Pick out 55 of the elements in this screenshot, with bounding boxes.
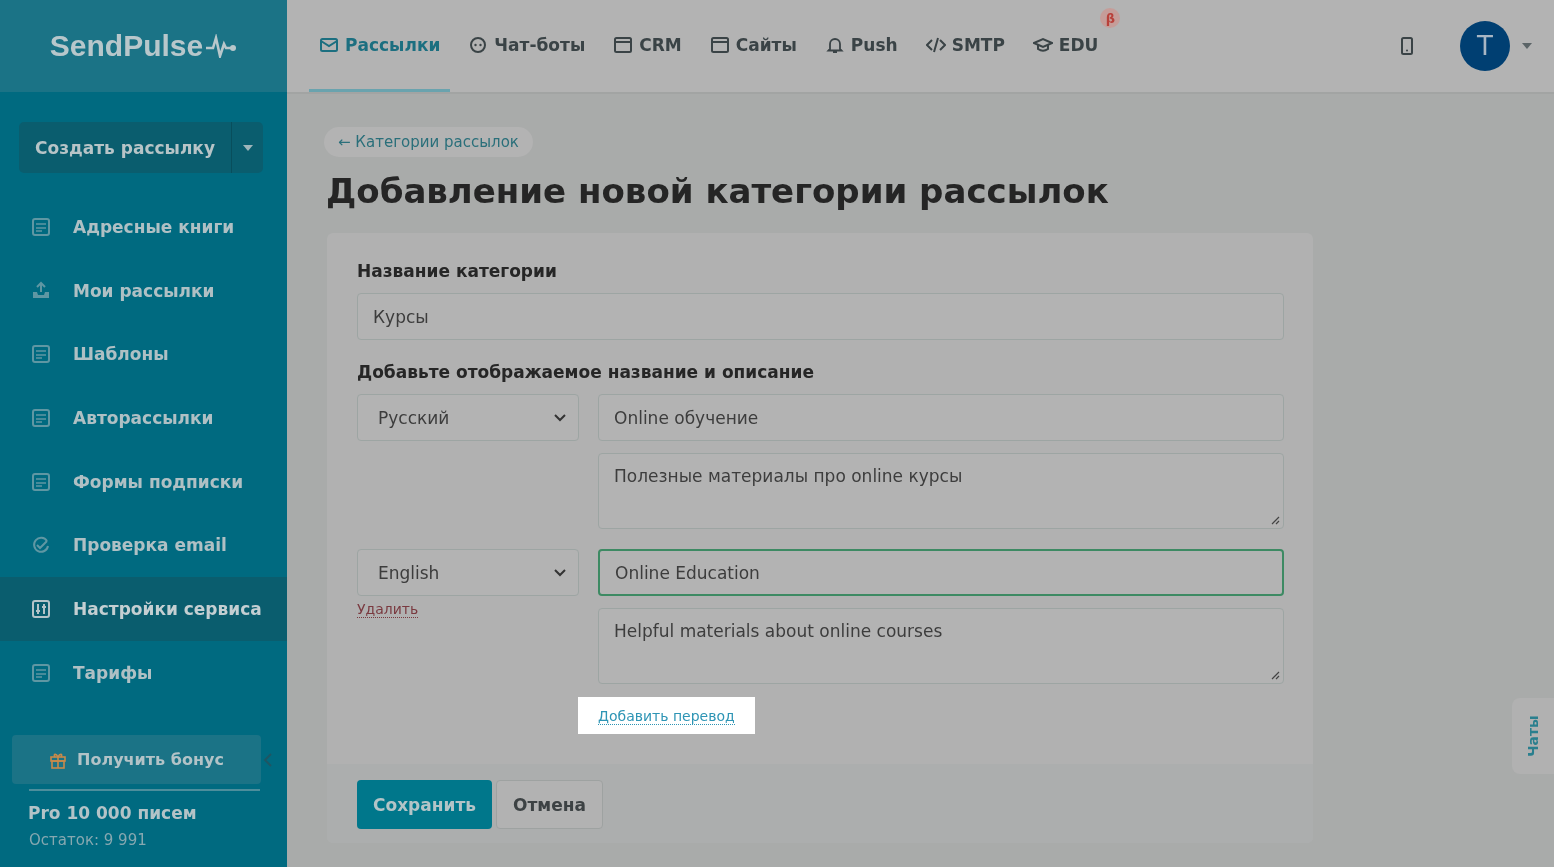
chat-icon [468,34,489,55]
textarea-field[interactable]: Helpful materials about online courses [598,608,1284,684]
nav-tab[interactable]: Чат-боты [458,0,596,92]
cancel-button[interactable]: Отмена [496,780,603,829]
page-title: Добавление новой категории рассылок [326,171,1110,211]
sidebar-item[interactable]: Формы подписки [0,449,287,514]
square-icon [31,598,51,619]
sidebar-item[interactable]: Мои рассылки [0,258,287,323]
field-label: Добавьте отображаемое название и описание [357,362,815,382]
field-label: Название категории [357,261,558,281]
logo-text[interactable]: SendPulse [49,29,204,63]
nav-tab[interactable]: SMTP [915,0,1015,92]
mobile-icon[interactable] [1400,36,1414,56]
breadcrumb-link[interactable]: ← Категории рассылок [324,127,533,157]
square-icon [31,344,51,365]
textarea-field[interactable]: Полезные материалы про online курсы [598,453,1284,529]
window-icon [709,34,730,55]
resize-grip-icon [1271,671,1280,680]
chevron-down-icon [554,568,566,577]
chevron-down-icon [554,413,566,422]
caret-icon[interactable] [1522,43,1532,49]
sidebar-item[interactable]: Проверка email [0,513,287,578]
avatar[interactable]: T [1460,21,1510,71]
window-icon [613,34,634,55]
sidebar-item[interactable]: Настройки сервиса [0,577,287,641]
sidebar-item[interactable]: Тарифы [0,640,287,705]
caret-icon [242,144,253,151]
language-select[interactable]: Русский [357,394,579,441]
input-field[interactable]: Курсы [357,293,1284,340]
input-field[interactable]: Online обучение [598,394,1284,441]
square-icon [31,407,51,428]
save-button[interactable]: Сохранить [357,780,493,829]
plan-remaining: Остаток: 9 991 [29,831,148,849]
plan-name: Pro 10 000 писем [28,803,198,823]
language-select[interactable]: English [357,549,579,596]
nav-tab[interactable]: Push [814,0,908,92]
nav-tab[interactable]: EDU β [1022,0,1131,92]
dropdown-caret-button[interactable] [232,122,263,173]
remove-link[interactable]: Удалить [357,601,419,618]
check-icon [31,535,51,556]
upload-icon [31,280,51,301]
pulse-icon [205,34,238,58]
sidebar-item[interactable]: Авторассылки [0,386,287,450]
beta-badge: β [1100,8,1121,28]
input-field[interactable]: Online Education [598,549,1284,596]
square-icon [31,216,51,237]
resize-grip-icon [1271,516,1280,525]
sidebar-item[interactable]: Шаблоны [0,322,287,387]
sidebar-item[interactable]: Адресные книги [0,195,287,259]
bonus-button[interactable]: Получить бонус [12,735,261,784]
nav-tab[interactable]: Сайты [699,0,807,92]
nav-tab[interactable]: Рассылки [309,0,451,92]
square-icon [31,471,51,492]
create-campaign-button[interactable]: Создать рассылку [19,122,232,173]
nav-tab[interactable]: CRM [603,0,692,92]
